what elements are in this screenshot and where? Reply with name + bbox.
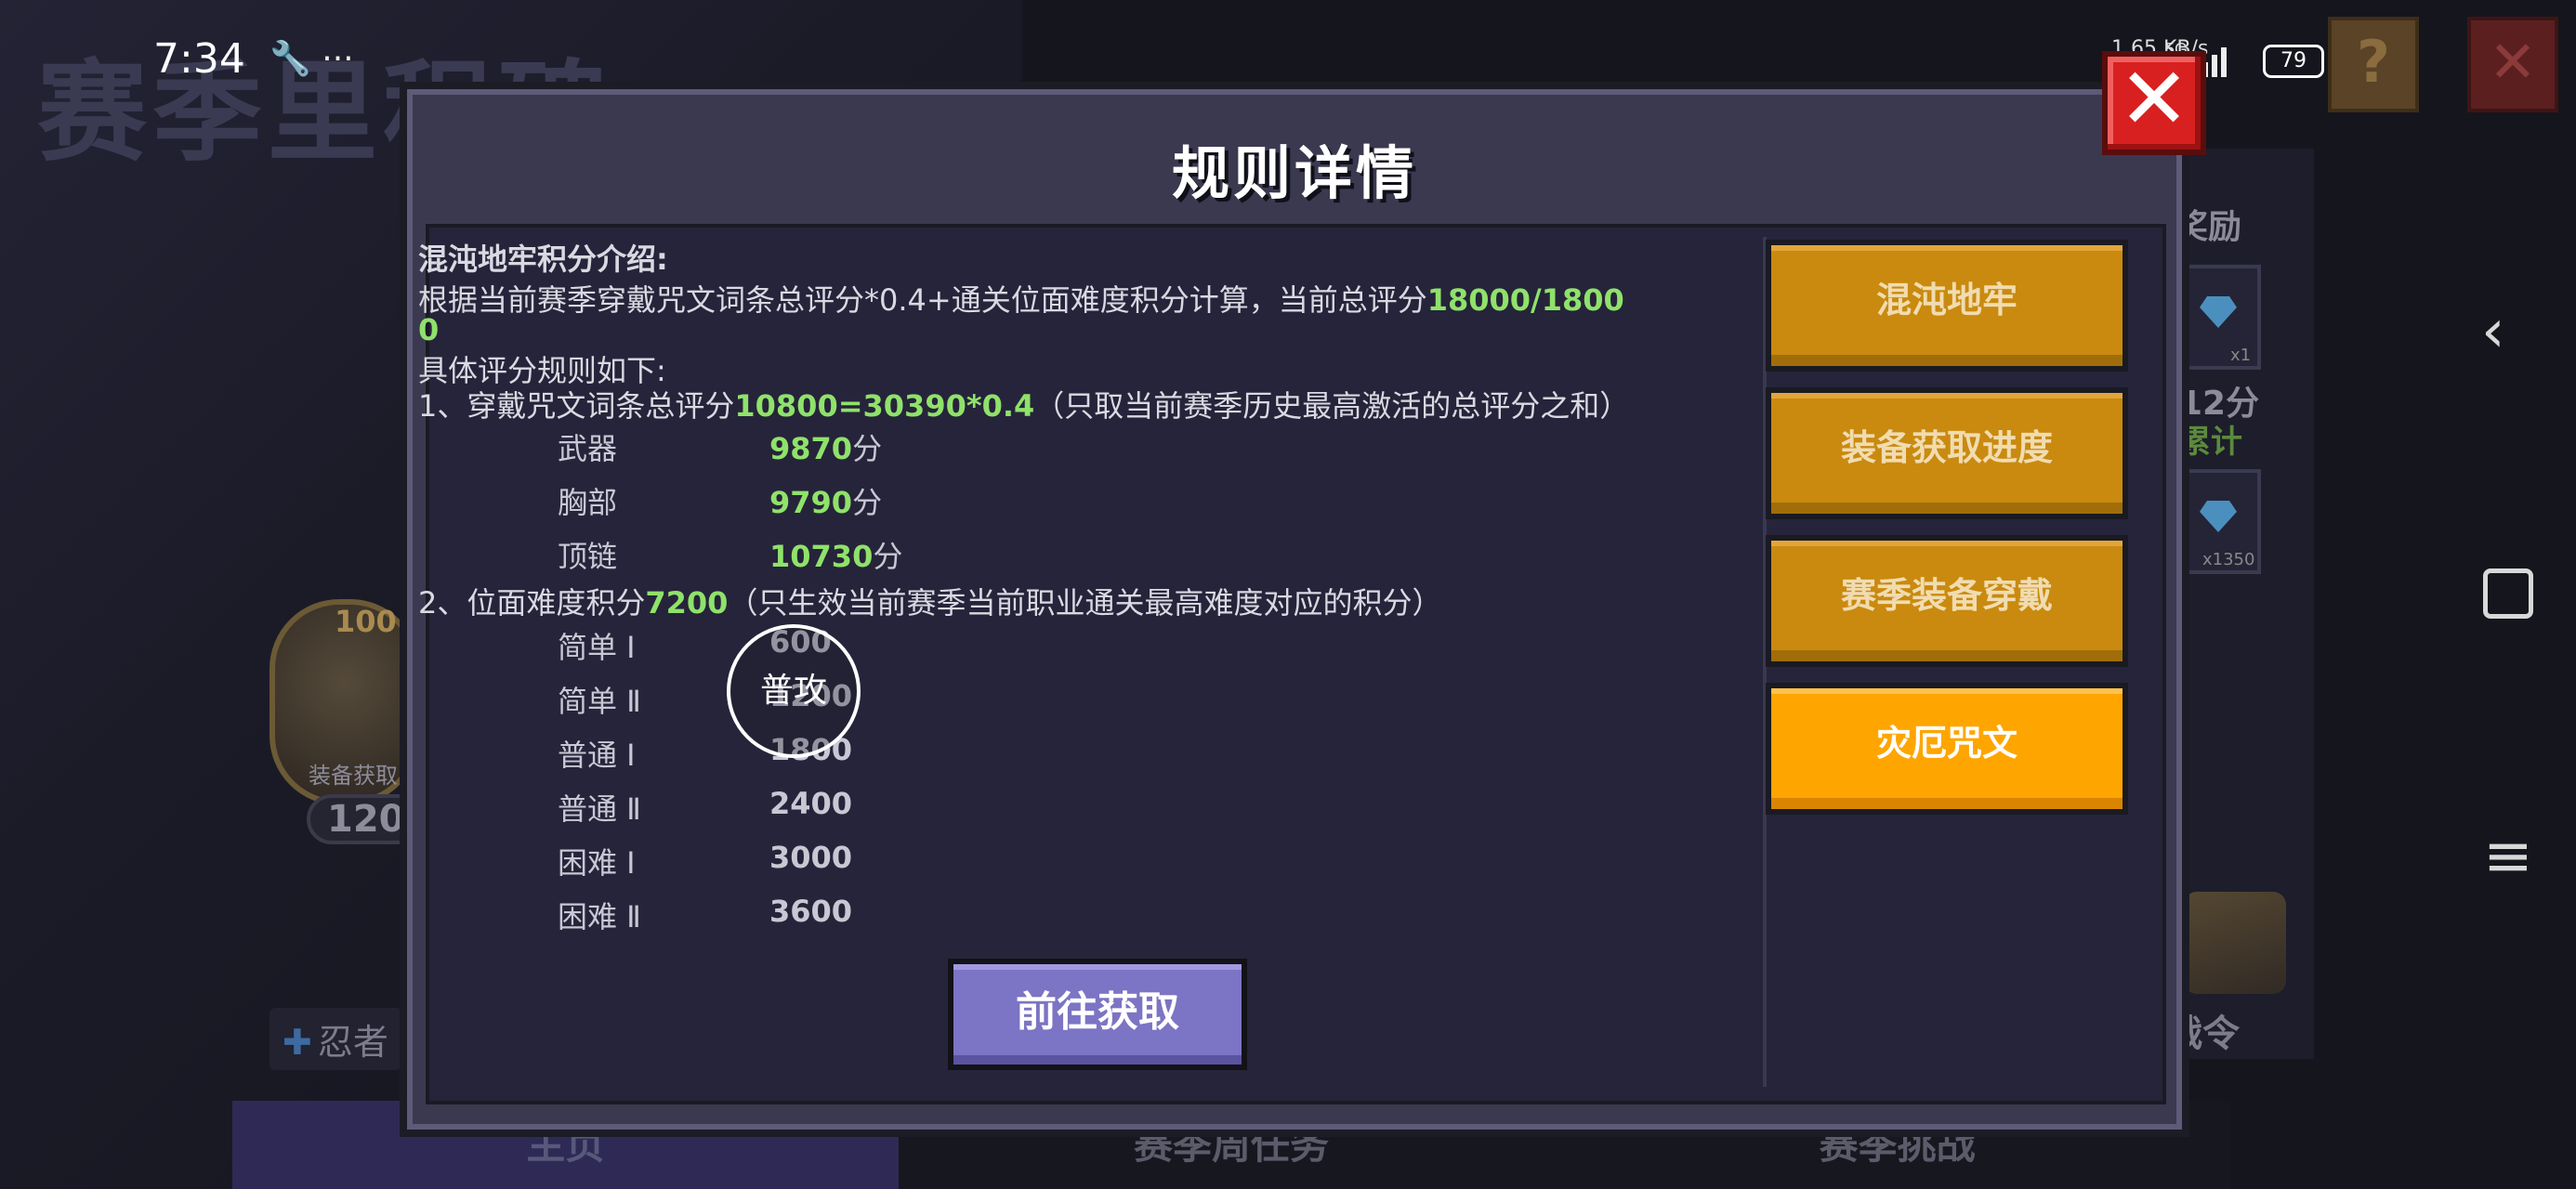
class-tag-label: 忍者 [317, 1022, 388, 1063]
gem-reward-2-count: x1350 [2202, 550, 2255, 569]
nav-back-icon[interactable]: ‹ [2481, 297, 2505, 366]
difficulty-name: 简单 Ⅰ [558, 630, 636, 665]
diamond-icon [2200, 501, 2237, 532]
difficulty-score: 3600 [769, 894, 853, 929]
milestone-badge-number: 100 [335, 604, 397, 639]
equipment-score: 9790分 [769, 485, 883, 520]
attack-touch-indicator: 普攻 [727, 624, 861, 758]
status-time: 7:34 [153, 35, 245, 83]
difficulty-name: 普通 Ⅱ [558, 791, 641, 827]
help-button[interactable]: ? [2328, 17, 2419, 112]
battle-pass-character [2184, 892, 2286, 994]
side-tab-season-equipment[interactable]: 赛季装备穿戴 [1766, 535, 2128, 667]
equipment-name: 武器 [558, 431, 618, 466]
modal-close-button[interactable]: ✕ [2102, 51, 2206, 155]
goto-obtain-button[interactable]: 前往获取 [948, 959, 1247, 1070]
milestone-badge-label: 装备获取 [309, 763, 398, 789]
difficulty-name: 困难 Ⅰ [558, 845, 636, 881]
equipment-score: 9870分 [769, 431, 883, 466]
background-close-button[interactable]: ✕ [2467, 17, 2558, 112]
nav-home-icon[interactable] [2483, 568, 2533, 619]
plus-icon: ✚ [283, 1022, 312, 1063]
intro-heading: 混沌地牢积分介绍: [418, 242, 668, 277]
rule-2: 2、位面难度积分7200（只生效当前赛季当前职业通关最高难度对应的积分） [418, 585, 1442, 621]
difficulty-score: 3000 [769, 840, 853, 875]
side-tab-equipment-progress[interactable]: 装备获取进度 [1766, 387, 2128, 519]
difficulty-score: 2400 [769, 786, 853, 821]
equipment-name: 胸部 [558, 485, 618, 520]
equipment-name: 顶链 [558, 539, 618, 574]
rule-1: 1、穿戴咒文词条总评分10800=30390*0.4（只取当前赛季历史最高激活的… [418, 388, 1630, 424]
class-tag: ✚ 忍者 [269, 1008, 401, 1070]
difficulty-name: 普通 Ⅰ [558, 738, 636, 773]
modal-title: 规则详情 [1171, 139, 1417, 207]
difficulty-name: 简单 Ⅱ [558, 684, 641, 719]
intro-line-wrap: 0 [418, 312, 440, 347]
intro-line: 根据当前赛季穿戴咒文词条总评分*0.4+通关位面难度积分计算，当前总评分1800… [418, 282, 1624, 318]
difficulty-name: 困难 Ⅱ [558, 899, 641, 934]
equipment-score: 10730分 [769, 539, 903, 574]
gem-reward-1-count: x1 [2230, 346, 2252, 365]
side-tab-calamity-spell[interactable]: 灾厄咒文 [1766, 683, 2128, 815]
close-icon: ✕ [2118, 49, 2190, 149]
diamond-icon [2200, 296, 2237, 328]
nav-menu-icon[interactable]: ≡ [2483, 822, 2533, 891]
battery-icon: 79 [2263, 45, 2324, 78]
status-notification-icons: 🔧 ··· [269, 40, 354, 78]
side-tab-chaos-dungeon[interactable]: 混沌地牢 [1766, 240, 2128, 372]
